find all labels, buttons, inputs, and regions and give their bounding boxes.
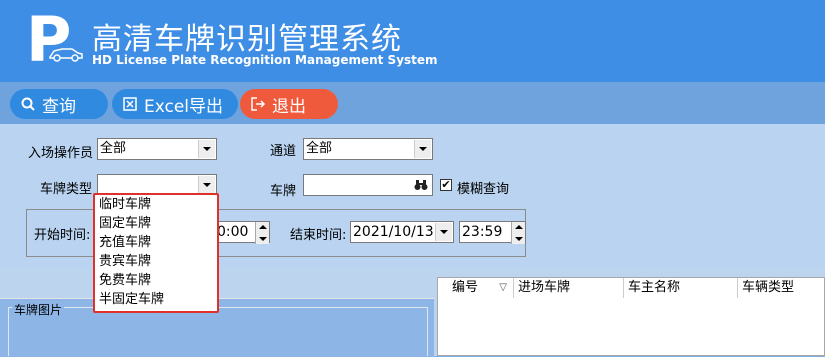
start-time-spinner[interactable] xyxy=(255,222,269,244)
excel-export-button[interactable]: Excel导出 xyxy=(112,89,238,119)
query-button[interactable]: 查询 xyxy=(10,89,108,119)
plate-type-label: 车牌类型 xyxy=(40,182,93,197)
column-header-plate[interactable]: 进场车牌 xyxy=(514,278,624,298)
column-header-label: 车辆类型 xyxy=(742,280,795,295)
records-table[interactable]: 编号 ▽ 进场车牌 车主名称 车辆类型 xyxy=(437,277,825,356)
chevron-down-icon[interactable] xyxy=(414,140,431,158)
plate-type-select[interactable] xyxy=(97,174,217,196)
end-date-picker[interactable]: 2021/10/13 xyxy=(350,221,454,243)
plate-label: 车牌 xyxy=(270,184,297,199)
toolbar: 查询 Excel导出 退出 xyxy=(0,82,825,124)
operator-value: 全部 xyxy=(100,141,127,156)
start-time-input[interactable]: 0:00 xyxy=(210,221,270,244)
column-header-id[interactable]: 编号 ▽ xyxy=(438,278,514,298)
fuzzy-query-label: 模糊查询 xyxy=(457,182,510,197)
plate-image-frame xyxy=(8,307,428,356)
dropdown-option-semi-fixed[interactable]: 半固定车牌 xyxy=(95,290,217,309)
column-header-label: 编号 xyxy=(452,280,479,295)
end-date-value: 2021/10/13 xyxy=(353,224,434,240)
dropdown-option-temporary[interactable]: 临时车牌 xyxy=(95,195,217,214)
channel-select[interactable]: 全部 xyxy=(303,138,433,160)
plate-image-label: 车牌图片 xyxy=(12,301,65,318)
excel-icon xyxy=(122,96,138,112)
logo-letter: P xyxy=(26,3,72,76)
dropdown-option-fixed[interactable]: 固定车牌 xyxy=(95,214,217,233)
channel-label: 通道 xyxy=(270,144,297,159)
plate-input[interactable] xyxy=(303,174,433,196)
chevron-down-icon[interactable] xyxy=(435,223,452,241)
end-time-input[interactable]: 23:59 xyxy=(459,221,526,244)
binoculars-icon[interactable] xyxy=(413,177,429,197)
column-header-label: 进场车牌 xyxy=(518,280,571,295)
dropdown-option-vip[interactable]: 贵宾车牌 xyxy=(95,252,217,271)
app-subtitle: HD License Plate Recognition Management … xyxy=(92,53,438,67)
channel-value: 全部 xyxy=(306,141,333,156)
excel-export-label: Excel导出 xyxy=(144,96,224,117)
exit-button[interactable]: 退出 xyxy=(240,89,338,119)
exit-button-label: 退出 xyxy=(272,96,306,117)
query-button-label: 查询 xyxy=(42,96,76,117)
sort-icon: ▽ xyxy=(499,282,507,293)
dropdown-option-prepaid[interactable]: 充值车牌 xyxy=(95,233,217,252)
operator-select[interactable]: 全部 xyxy=(97,138,217,160)
column-header-owner[interactable]: 车主名称 xyxy=(624,278,738,298)
column-header-vehicle-type[interactable]: 车辆类型 xyxy=(738,278,825,298)
chevron-down-icon[interactable] xyxy=(198,140,215,158)
dropdown-option-free[interactable]: 免费车牌 xyxy=(95,271,217,290)
app-title: 高清车牌识别管理系统 xyxy=(92,22,402,57)
end-time-label: 结束时间: xyxy=(290,228,347,243)
plate-type-dropdown-list[interactable]: 临时车牌 固定车牌 充值车牌 贵宾车牌 免费车牌 半固定车牌 xyxy=(94,194,218,312)
end-time-spinner[interactable] xyxy=(511,222,525,244)
start-time-value: 0:00 xyxy=(217,224,249,240)
exit-icon xyxy=(250,96,266,112)
app-header: P 高清车牌识别管理系统 HD License Plate Recognitio… xyxy=(0,0,825,82)
end-time-value: 23:59 xyxy=(462,224,503,240)
fuzzy-query-checkbox[interactable]: ✔ xyxy=(440,179,452,191)
operator-label: 入场操作员 xyxy=(28,146,94,161)
start-time-label: 开始时间: xyxy=(34,228,91,243)
search-icon xyxy=(20,96,36,112)
column-header-label: 车主名称 xyxy=(628,280,681,295)
chevron-down-icon[interactable] xyxy=(198,176,215,194)
car-icon xyxy=(49,48,83,62)
